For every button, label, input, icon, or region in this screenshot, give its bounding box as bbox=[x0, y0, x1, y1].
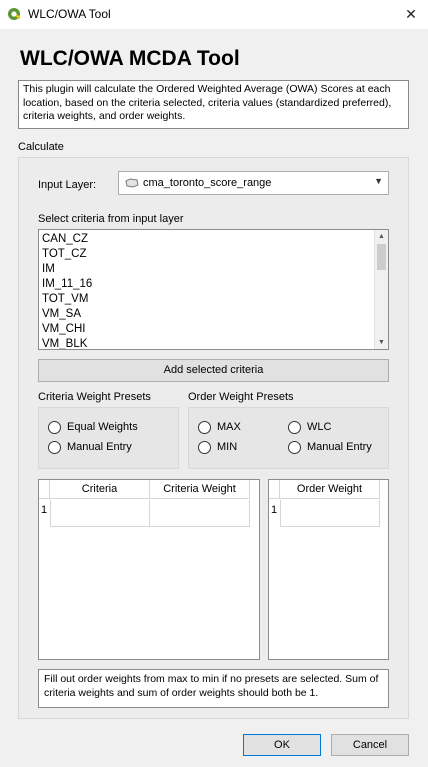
input-layer-value: cma_toronto_score_range bbox=[143, 177, 272, 189]
row-header: 1 bbox=[41, 504, 48, 516]
order-weight-cell[interactable] bbox=[280, 500, 380, 527]
radio-label: WLC bbox=[307, 421, 332, 433]
criteria-table[interactable]: Criteria Criteria Weight 1 bbox=[38, 479, 260, 660]
list-item[interactable]: IM_11_16 bbox=[39, 277, 374, 292]
order-weight-presets-group bbox=[188, 407, 389, 469]
column-header-criteria-weight[interactable]: Criteria Weight bbox=[150, 480, 250, 499]
radio-label: Manual Entry bbox=[67, 441, 132, 453]
order-weight-presets-title: Order Weight Presets bbox=[188, 391, 294, 403]
close-button[interactable]: ✕ bbox=[394, 0, 428, 29]
column-header-criteria[interactable]: Criteria bbox=[50, 480, 150, 499]
radio-label: Equal Weights bbox=[67, 421, 138, 433]
window-title: WLC/OWA Tool bbox=[28, 7, 111, 21]
page-title: WLC/OWA MCDA Tool bbox=[20, 47, 240, 70]
scroll-down-icon[interactable]: ▼ bbox=[375, 336, 388, 349]
chevron-down-icon[interactable]: ▼ bbox=[374, 176, 383, 186]
cancel-button[interactable]: Cancel bbox=[331, 734, 409, 756]
radio-label: MAX bbox=[217, 421, 241, 433]
criteria-list-scrollbar[interactable]: ▲ ▼ bbox=[374, 230, 388, 349]
criteria-weight-presets-group bbox=[38, 407, 179, 469]
criteria-list[interactable]: CAN_CZ TOT_CZ IM IM_11_16 TOT_VM VM_SA V… bbox=[38, 229, 389, 350]
input-layer-combo[interactable]: cma_toronto_score_range ▼ bbox=[118, 171, 389, 195]
add-selected-criteria-button[interactable]: Add selected criteria bbox=[38, 359, 389, 382]
title-bar: WLC/OWA Tool ✕ bbox=[0, 0, 428, 29]
calculate-group-label: Calculate bbox=[18, 141, 64, 153]
list-item[interactable]: TOT_VM bbox=[39, 292, 374, 307]
criteria-weight-cell[interactable] bbox=[150, 500, 250, 527]
close-icon[interactable]: ✕ bbox=[405, 6, 417, 22]
list-item[interactable]: IM bbox=[39, 262, 374, 277]
criteria-cell[interactable] bbox=[50, 500, 150, 527]
radio-label: MIN bbox=[217, 441, 238, 453]
criteria-weight-presets-title: Criteria Weight Presets bbox=[38, 391, 151, 403]
instructions-note: Fill out order weights from max to min i… bbox=[38, 669, 389, 708]
list-item[interactable]: VM_BLK bbox=[39, 337, 374, 349]
radio-circle[interactable] bbox=[198, 441, 211, 454]
radio-circle[interactable] bbox=[288, 441, 301, 454]
input-layer-label: Input Layer: bbox=[38, 179, 97, 191]
radio-label: Manual Entry bbox=[307, 441, 372, 453]
list-item[interactable]: CAN_CZ bbox=[39, 232, 374, 247]
qgis-icon bbox=[8, 8, 21, 20]
polygon-layer-icon bbox=[125, 178, 139, 188]
scrollbar-thumb[interactable] bbox=[377, 244, 386, 270]
row-header: 1 bbox=[271, 504, 278, 516]
table-corner bbox=[269, 480, 280, 499]
scroll-up-icon[interactable]: ▲ bbox=[375, 230, 388, 243]
list-item[interactable]: VM_CHI bbox=[39, 322, 374, 337]
ok-button[interactable]: OK bbox=[243, 734, 321, 756]
radio-circle[interactable] bbox=[48, 421, 61, 434]
criteria-list-label: Select criteria from input layer bbox=[38, 213, 184, 225]
list-item[interactable]: VM_SA bbox=[39, 307, 374, 322]
radio-circle[interactable] bbox=[48, 441, 61, 454]
plugin-description: This plugin will calculate the Ordered W… bbox=[18, 80, 409, 129]
table-corner bbox=[39, 480, 50, 499]
order-weight-table[interactable]: Order Weight 1 bbox=[268, 479, 389, 660]
column-header-order-weight[interactable]: Order Weight bbox=[280, 480, 380, 499]
list-item[interactable]: TOT_CZ bbox=[39, 247, 374, 262]
radio-circle[interactable] bbox=[198, 421, 211, 434]
radio-circle[interactable] bbox=[288, 421, 301, 434]
